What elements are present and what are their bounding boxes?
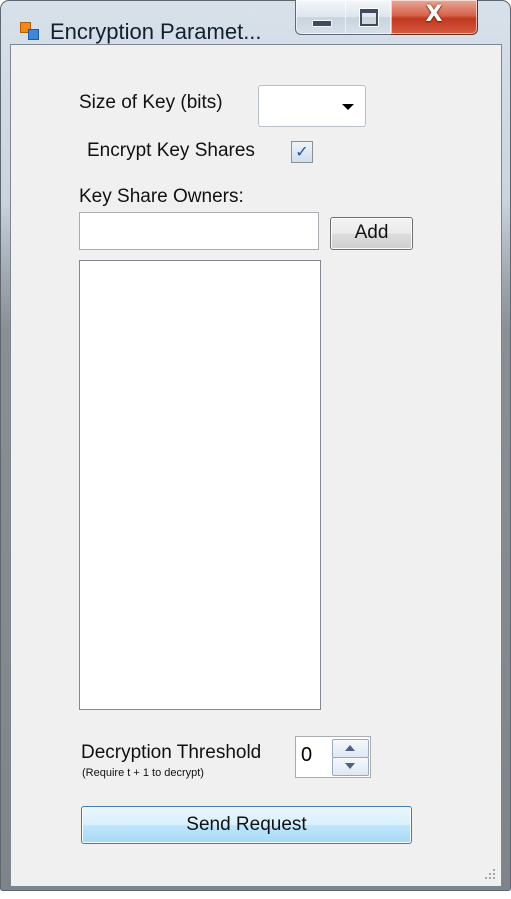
maximize-button[interactable] [345,0,392,35]
app-icon[interactable] [20,22,39,40]
stepper-up-button[interactable] [332,739,369,758]
close-button[interactable]: X [391,0,478,35]
title-bar[interactable]: Encryption Paramet... X [0,0,511,44]
stepper-down-button[interactable] [332,757,369,776]
dialog-client-area: Size of Key (bits) Encrypt Key Shares ✓ … [10,44,502,887]
spin-down-icon [345,763,355,769]
maximize-icon [360,9,378,26]
threshold-stepper[interactable]: 0 [295,736,371,778]
key-share-owners-label: Key Share Owners: [79,186,244,207]
minimize-icon [312,20,332,27]
key-share-owners-list[interactable] [79,260,321,710]
stepper-buttons [331,737,369,777]
dropdown-arrow-icon [342,104,354,110]
add-owner-button[interactable]: Add [330,217,413,250]
checkmark-icon: ✓ [295,142,309,161]
send-request-button[interactable]: Send Request [81,806,412,844]
threshold-note: (Require t + 1 to decrypt) [82,767,204,779]
key-size-dropdown[interactable] [258,85,366,127]
encrypt-key-shares-checkbox[interactable]: ✓ [291,141,313,163]
close-icon: X [425,2,443,27]
threshold-value: 0 [301,744,313,766]
spin-up-icon [345,745,355,751]
encrypt-key-shares-label: Encrypt Key Shares [87,140,255,161]
minimize-button[interactable] [295,0,347,35]
window-title: Encryption Paramet... [50,19,262,44]
owner-name-input[interactable] [79,212,319,250]
key-size-label: Size of Key (bits) [79,92,223,113]
resize-grip-icon[interactable] [481,865,497,881]
window-frame: Encryption Paramet... X Size of Key (bit… [0,0,511,891]
decryption-threshold-label: Decryption Threshold [81,742,262,763]
app-icon-part-blue [28,29,39,40]
